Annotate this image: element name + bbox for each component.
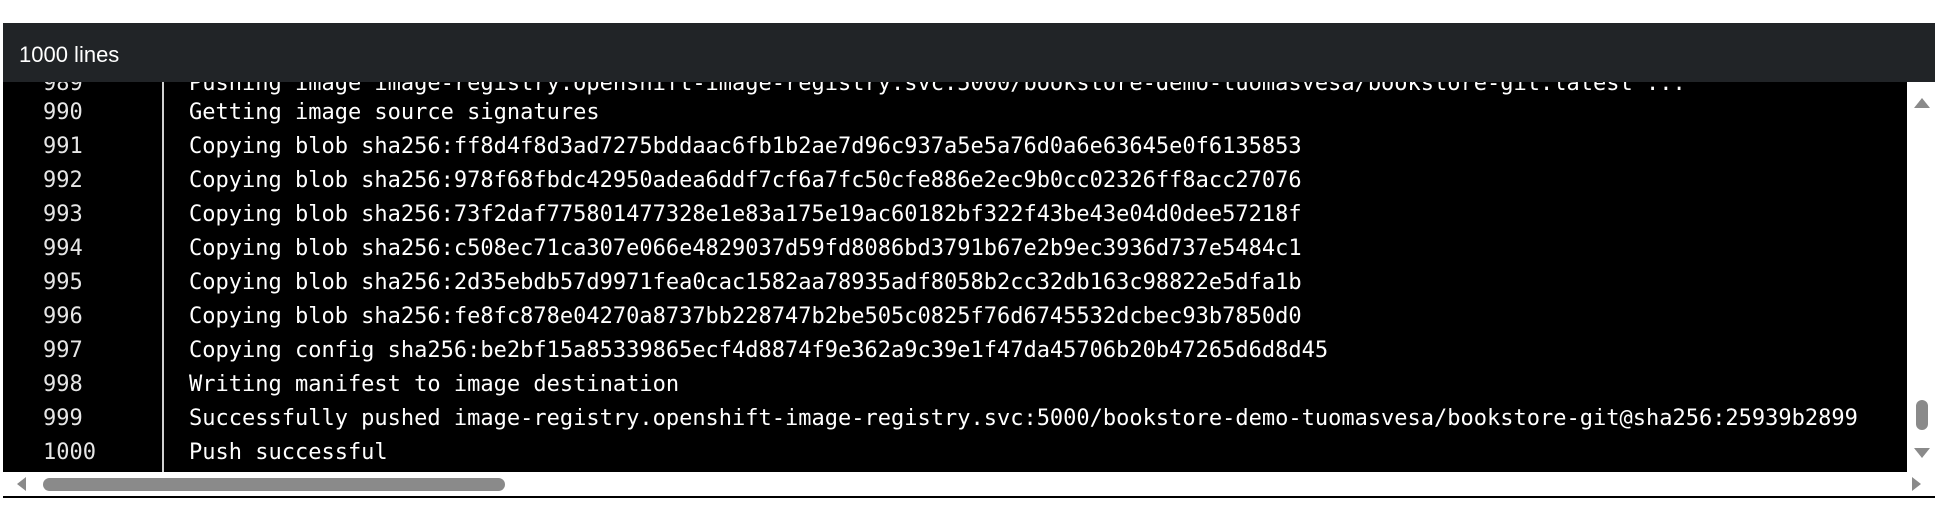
- line-text: Copying blob sha256:73f2daf775801477328e…: [189, 202, 1302, 227]
- line-number: 997: [43, 338, 83, 363]
- vertical-scrollbar[interactable]: [1907, 82, 1935, 472]
- log-line: 992 Copying blob sha256:978f68fbdc42950a…: [3, 162, 1935, 196]
- vertical-scroll-thumb[interactable]: [1916, 400, 1928, 430]
- line-number: 998: [43, 372, 83, 397]
- line-number: 996: [43, 304, 83, 329]
- line-number: 995: [43, 270, 83, 295]
- line-text: Copying blob sha256:2d35ebdb57d9971fea0c…: [189, 270, 1302, 295]
- line-text: Getting image source signatures: [189, 100, 600, 125]
- log-content[interactable]: 989 Pushing image image-registry.openshi…: [3, 82, 1935, 496]
- line-number: 1000: [43, 440, 96, 465]
- scroll-left-arrow-icon[interactable]: [17, 477, 26, 491]
- line-number: 993: [43, 202, 83, 227]
- log-line: 993 Copying blob sha256:73f2daf775801477…: [3, 196, 1935, 230]
- scroll-right-arrow-icon[interactable]: [1912, 477, 1921, 491]
- log-line: 994 Copying blob sha256:c508ec71ca307e06…: [3, 230, 1935, 264]
- line-text: Successfully pushed image-registry.opens…: [189, 406, 1858, 431]
- line-number: 991: [43, 134, 83, 159]
- scroll-down-arrow-icon[interactable]: [1914, 448, 1930, 458]
- log-line: 991 Copying blob sha256:ff8d4f8d3ad7275b…: [3, 128, 1935, 162]
- line-text: Copying config sha256:be2bf15a85339865ec…: [189, 338, 1329, 363]
- log-line: 990 Getting image source signatures: [3, 94, 1935, 128]
- line-text: Copying blob sha256:fe8fc878e04270a8737b…: [189, 304, 1302, 329]
- line-text: Writing manifest to image destination: [189, 372, 680, 397]
- log-line: 997 Copying config sha256:be2bf15a853398…: [3, 332, 1935, 366]
- line-number: 999: [43, 406, 83, 431]
- line-number: 994: [43, 236, 83, 261]
- line-count-label: 1000 lines: [19, 42, 120, 67]
- log-line: 1000 Push successful: [3, 434, 1935, 468]
- horizontal-scroll-thumb[interactable]: [43, 478, 505, 491]
- line-text: Copying blob sha256:c508ec71ca307e066e48…: [189, 236, 1302, 261]
- horizontal-scrollbar[interactable]: [3, 472, 1935, 496]
- log-line: 999 Successfully pushed image-registry.o…: [3, 400, 1935, 434]
- line-text: Copying blob sha256:978f68fbdc42950adea6…: [189, 168, 1302, 193]
- line-number: 990: [43, 100, 83, 125]
- log-toolbar: 1000 lines: [3, 23, 1935, 82]
- line-number: 992: [43, 168, 83, 193]
- line-text: Copying blob sha256:ff8d4f8d3ad7275bddaa…: [189, 134, 1302, 159]
- line-text: Push successful: [189, 440, 388, 465]
- log-viewer: 1000 lines 989 Pushing image image-regis…: [3, 23, 1935, 498]
- log-line: 995 Copying blob sha256:2d35ebdb57d9971f…: [3, 264, 1935, 298]
- log-line: 996 Copying blob sha256:fe8fc878e04270a8…: [3, 298, 1935, 332]
- scroll-up-arrow-icon[interactable]: [1914, 98, 1930, 108]
- log-line: 998 Writing manifest to image destinatio…: [3, 366, 1935, 400]
